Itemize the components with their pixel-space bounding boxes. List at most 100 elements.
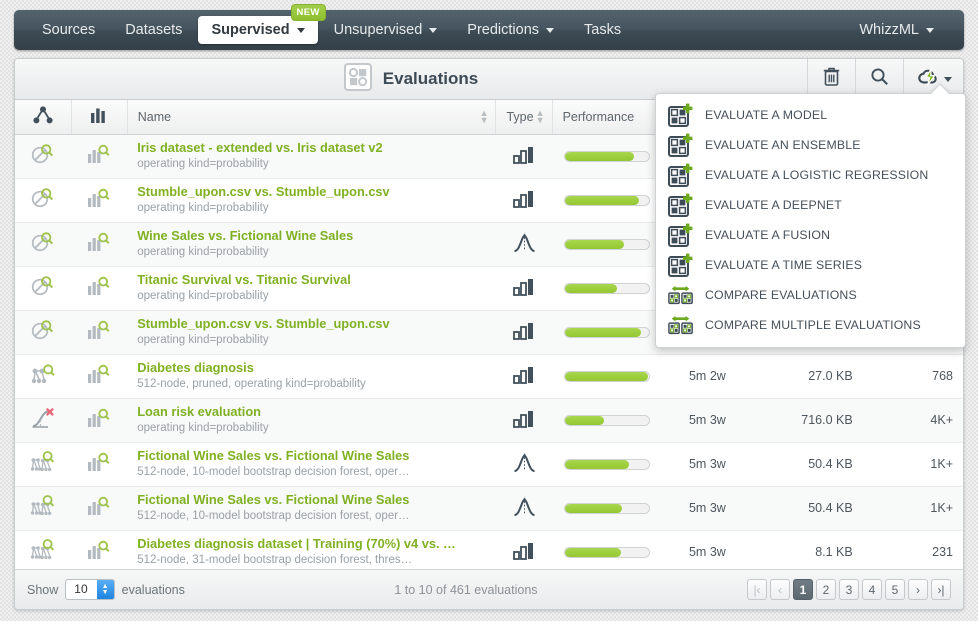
histogram-search-icon[interactable] xyxy=(87,232,111,257)
page-button-4[interactable]: 4 xyxy=(862,579,882,600)
nav-item-datasets[interactable]: Datasets xyxy=(111,16,196,44)
row-name-cell[interactable]: Stumble_upon.csv vs. Stumble_upon.csv ope… xyxy=(127,178,496,223)
table-row[interactable]: Fictional Wine Sales vs. Fictional Wine … xyxy=(15,486,963,531)
ensemble-search-icon[interactable] xyxy=(30,450,56,478)
histogram-search-icon[interactable] xyxy=(87,540,111,565)
stepper-arrows-icon[interactable]: ▲ ▼ xyxy=(96,580,114,599)
row-name-cell[interactable]: Stumble_upon.csv vs. Stumble_upon.csv ope… xyxy=(127,310,496,355)
histogram-search-icon[interactable] xyxy=(87,364,111,389)
histogram-search-icon[interactable] xyxy=(87,144,111,169)
ensemble-search-icon[interactable] xyxy=(30,538,56,566)
page-button-2[interactable]: 2 xyxy=(816,579,836,600)
table-row[interactable]: Diabetes diagnosis 512-node, pruned, oper… xyxy=(15,354,963,399)
header-type[interactable]: Type ▲ ▼ xyxy=(495,100,553,135)
row-resource-icon-cell[interactable] xyxy=(15,398,72,443)
evaluation-name[interactable]: Loan risk evaluation xyxy=(137,404,486,419)
table-row[interactable]: Fictional Wine Sales vs. Fictional Wine … xyxy=(15,442,963,487)
histogram-search-icon[interactable] xyxy=(87,496,111,521)
row-name-cell[interactable]: Titanic Survival vs. Titanic Survival ope… xyxy=(127,266,496,311)
evaluation-name[interactable]: Wine Sales vs. Fictional Wine Sales xyxy=(137,228,486,243)
evaluation-name[interactable]: Fictional Wine Sales vs. Fictional Wine … xyxy=(137,448,486,463)
menu-item-evaluate-a-logistic-regression[interactable]: EVALUATE A LOGISTIC REGRESSION xyxy=(656,160,965,190)
nav-label: Unsupervised xyxy=(333,22,423,38)
decision-tree-search-icon[interactable] xyxy=(30,363,56,390)
page-prev-button[interactable]: ‹ xyxy=(770,579,790,600)
row-name-cell[interactable]: Diabetes diagnosis dataset | Training (7… xyxy=(127,530,496,575)
model-search-icon[interactable] xyxy=(30,275,56,302)
row-resource-icon-cell[interactable] xyxy=(15,310,72,355)
sort-indicator-type[interactable]: ▲ ▼ xyxy=(536,108,545,124)
nav-item-tasks[interactable]: Tasks xyxy=(570,16,635,44)
row-resource-icon-cell[interactable] xyxy=(15,134,72,179)
row-chart-icon-cell[interactable] xyxy=(71,178,128,223)
evaluation-name[interactable]: Stumble_upon.csv vs. Stumble_upon.csv xyxy=(137,316,486,331)
page-next-button[interactable]: › xyxy=(908,579,928,600)
page-size-select[interactable]: 10 ▲ ▼ xyxy=(65,579,115,600)
evaluation-name[interactable]: Stumble_upon.csv vs. Stumble_upon.csv xyxy=(137,184,486,199)
row-resource-icon-cell[interactable] xyxy=(15,222,72,267)
chevron-down-icon[interactable] xyxy=(944,76,952,82)
evaluation-name[interactable]: Fictional Wine Sales vs. Fictional Wine … xyxy=(137,492,486,507)
histogram-search-icon[interactable] xyxy=(87,408,111,433)
row-resource-icon-cell[interactable] xyxy=(15,442,72,487)
histogram-search-icon[interactable] xyxy=(87,276,111,301)
nav-item-sources[interactable]: Sources xyxy=(28,16,109,44)
page-button-1[interactable]: 1 xyxy=(793,579,813,600)
row-resource-icon-cell[interactable] xyxy=(15,354,72,399)
row-name-cell[interactable]: Wine Sales vs. Fictional Wine Sales opera… xyxy=(127,222,496,267)
model-search-icon[interactable] xyxy=(30,143,56,170)
menu-item-evaluate-a-model[interactable]: EVALUATE A MODEL xyxy=(656,100,965,130)
page-last-button[interactable]: ›| xyxy=(931,579,951,600)
row-chart-icon-cell[interactable] xyxy=(71,222,128,267)
row-name-cell[interactable]: Loan risk evaluation operating kind=proba… xyxy=(127,398,496,443)
evaluation-name[interactable]: Diabetes diagnosis xyxy=(137,360,486,375)
table-row[interactable]: Loan risk evaluation operating kind=proba… xyxy=(15,398,963,443)
row-chart-icon-cell[interactable] xyxy=(71,398,128,443)
row-chart-icon-cell[interactable] xyxy=(71,134,128,179)
row-resource-icon-cell[interactable] xyxy=(15,178,72,223)
row-name-cell[interactable]: Fictional Wine Sales vs. Fictional Wine … xyxy=(127,486,496,531)
model-search-icon[interactable] xyxy=(30,187,56,214)
row-resource-icon-cell[interactable] xyxy=(15,530,72,575)
sort-indicator-name[interactable]: ▲ ▼ xyxy=(480,108,489,124)
header-name[interactable]: Name ▲ ▼ xyxy=(127,100,497,135)
row-chart-icon-cell[interactable] xyxy=(71,486,128,531)
performance-bar xyxy=(564,370,651,382)
page-button-3[interactable]: 3 xyxy=(839,579,859,600)
nav-item-predictions[interactable]: Predictions xyxy=(453,16,568,44)
table-row[interactable]: Diabetes diagnosis dataset | Training (7… xyxy=(15,530,963,575)
menu-item-compare-evaluations[interactable]: COMPARE EVALUATIONS xyxy=(656,280,965,310)
evaluation-name[interactable]: Diabetes diagnosis dataset | Training (7… xyxy=(137,536,486,551)
header-label: Type xyxy=(506,109,534,124)
menu-item-compare-multiple-evaluations[interactable]: COMPARE MULTIPLE EVALUATIONS xyxy=(656,310,965,340)
histogram-search-icon[interactable] xyxy=(87,320,111,345)
row-chart-icon-cell[interactable] xyxy=(71,530,128,575)
row-name-cell[interactable]: Fictional Wine Sales vs. Fictional Wine … xyxy=(127,442,496,487)
menu-item-evaluate-a-deepnet[interactable]: EVALUATE A DEEPNET xyxy=(656,190,965,220)
evaluation-name[interactable]: Titanic Survival vs. Titanic Survival xyxy=(137,272,486,287)
model-search-icon[interactable] xyxy=(30,319,56,346)
row-chart-icon-cell[interactable] xyxy=(71,354,128,399)
row-name-cell[interactable]: Diabetes diagnosis 512-node, pruned, oper… xyxy=(127,354,496,399)
menu-item-evaluate-a-fusion[interactable]: EVALUATE A FUSION xyxy=(656,220,965,250)
row-name-cell[interactable]: Iris dataset - extended vs. Iris dataset… xyxy=(127,134,496,179)
model-search-icon[interactable] xyxy=(30,231,56,258)
row-chart-icon-cell[interactable] xyxy=(71,266,128,311)
header-performance[interactable]: Performance xyxy=(552,100,663,135)
nav-item-supervised[interactable]: Supervised NEW xyxy=(198,4,326,44)
nav-item-unsupervised[interactable]: Unsupervised xyxy=(320,16,452,44)
row-chart-icon-cell[interactable] xyxy=(71,310,128,355)
page-button-5[interactable]: 5 xyxy=(885,579,905,600)
evaluation-name[interactable]: Iris dataset - extended vs. Iris dataset… xyxy=(137,140,486,155)
histogram-search-icon[interactable] xyxy=(87,188,111,213)
row-resource-icon-cell[interactable] xyxy=(15,486,72,531)
ensemble-search-icon[interactable] xyxy=(30,494,56,522)
histogram-search-icon[interactable] xyxy=(87,452,111,477)
row-chart-icon-cell[interactable] xyxy=(71,442,128,487)
row-resource-icon-cell[interactable] xyxy=(15,266,72,311)
nav-item-whizzml[interactable]: WhizzML xyxy=(845,16,948,44)
logistic-regression-error-icon[interactable] xyxy=(30,407,56,434)
menu-item-evaluate-an-ensemble[interactable]: EVALUATE AN ENSEMBLE xyxy=(656,130,965,160)
page-first-button[interactable]: |‹ xyxy=(747,579,767,600)
menu-item-evaluate-a-time-series[interactable]: EVALUATE A TIME SERIES xyxy=(656,250,965,280)
